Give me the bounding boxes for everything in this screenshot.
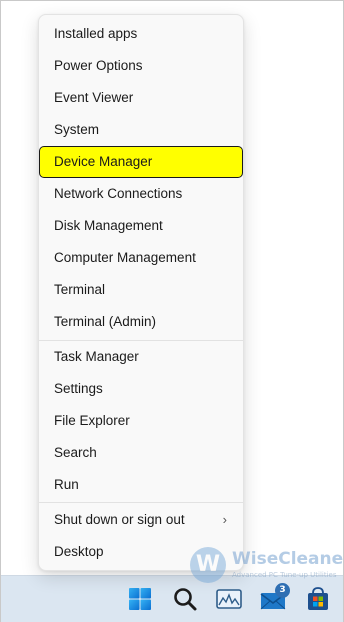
watermark-tagline: Advanced PC Tune-up Utilities: [232, 571, 337, 579]
chevron-right-icon: ›: [222, 512, 227, 527]
menu-item-device-manager[interactable]: Device Manager: [39, 146, 243, 178]
menu-item-system[interactable]: System: [39, 114, 243, 146]
winx-context-menu: Installed apps Power Options Event Viewe…: [38, 14, 244, 571]
menu-separator: [39, 502, 243, 503]
windows-start-icon[interactable]: [125, 584, 155, 614]
menu-item-disk-management[interactable]: Disk Management: [39, 210, 243, 242]
menu-item-event-viewer[interactable]: Event Viewer: [39, 82, 243, 114]
menu-item-shut-down-or-sign-out[interactable]: Shut down or sign out ›: [39, 504, 243, 536]
menu-item-settings[interactable]: Settings: [39, 373, 243, 405]
wisecleaner-watermark: W WiseCleaner Advanced PC Tune-up Utilit…: [190, 545, 344, 589]
menu-item-run[interactable]: Run: [39, 469, 243, 501]
watermark-name: WiseCleaner: [232, 549, 344, 569]
menu-item-task-manager[interactable]: Task Manager: [39, 341, 243, 373]
menu-item-network-connections[interactable]: Network Connections: [39, 178, 243, 210]
menu-item-power-options[interactable]: Power Options: [39, 50, 243, 82]
watermark-logo-icon: W: [190, 547, 226, 583]
menu-item-label: Shut down or sign out: [54, 512, 185, 527]
menu-item-computer-management[interactable]: Computer Management: [39, 242, 243, 274]
menu-item-installed-apps[interactable]: Installed apps: [39, 18, 243, 50]
menu-item-terminal[interactable]: Terminal: [39, 274, 243, 306]
menu-item-terminal-admin[interactable]: Terminal (Admin): [39, 306, 243, 338]
menu-item-search[interactable]: Search: [39, 437, 243, 469]
menu-item-file-explorer[interactable]: File Explorer: [39, 405, 243, 437]
